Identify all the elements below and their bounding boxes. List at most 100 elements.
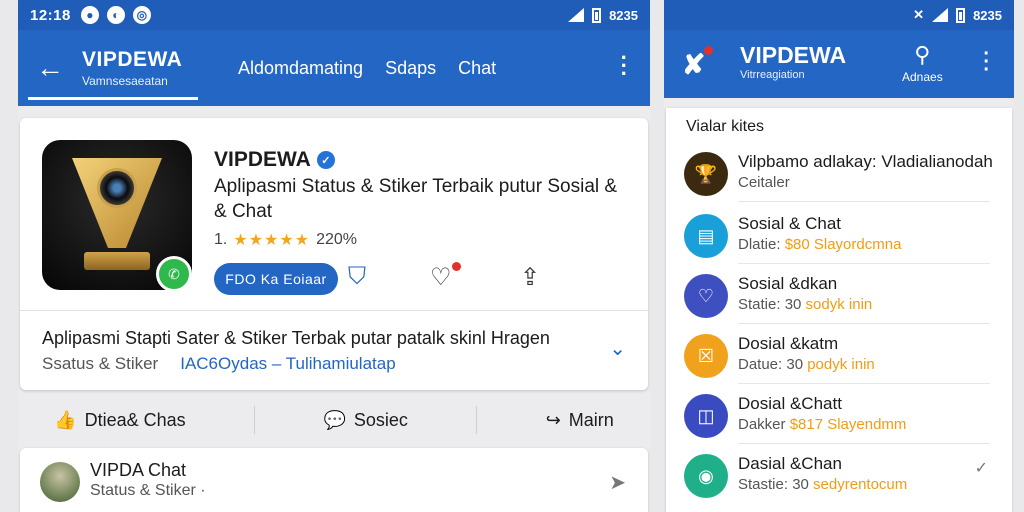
list-item-subtitle: Datue: 30 podyk inin: [738, 356, 875, 373]
shield-icon[interactable]: ⛉: [348, 263, 366, 291]
app-name-text: VIPDEWA: [214, 148, 311, 171]
list-item[interactable]: ♡ Sosial &dkan Statie: 30 sodyk inin: [666, 264, 1012, 324]
install-button[interactable]: FDO Ka Eoiaar: [214, 263, 338, 295]
rating-value: 1.: [214, 231, 228, 248]
more-vert-icon[interactable]: · · ·: [983, 44, 990, 80]
action-bar: 👍 Dtiea& Chas 💬 Sosiec ↪ Mairn: [20, 398, 648, 442]
app-bar-title: VIPDEWA: [740, 42, 847, 68]
list-item-meta: Ceitaler: [738, 174, 790, 191]
list-item-meta: Statie: 30: [738, 296, 806, 313]
search-icon: ⚲: [914, 42, 931, 67]
chevron-down-icon[interactable]: ⌄: [609, 336, 626, 361]
search-button[interactable]: ⚲ Adnaes: [902, 42, 943, 84]
status-bar: ✕ 8235: [664, 0, 1014, 30]
check-icon: ✓: [974, 460, 988, 477]
post-author: VIPDA Chat: [90, 460, 187, 480]
app-name: VIPDEWA ✓: [214, 148, 335, 172]
list-item-title: Dosial &Chatt: [738, 394, 842, 413]
action-share[interactable]: ↪ Mairn: [546, 410, 614, 431]
back-arrow-icon[interactable]: ←: [18, 52, 82, 84]
action-like[interactable]: 👍 Dtiea& Chas: [54, 410, 185, 431]
app-logo-icon[interactable]: ✘: [682, 48, 705, 81]
list-item[interactable]: ◫ Dosial &Chatt Dakker $817 Slayendmm: [666, 384, 1012, 444]
battery-text: 8235: [973, 7, 1002, 23]
ad-headline: Aplipasmi Stapti Sater & Stiker Terbak p…: [42, 328, 550, 348]
whatsapp-badge-icon: ✆: [156, 256, 192, 292]
action-label: Dtiea& Chas: [84, 409, 186, 430]
list-item-title: Dosial &katm: [738, 334, 839, 353]
chat-avatar-icon: ▤: [684, 214, 728, 258]
list-item[interactable]: ▤ Sosial & Chat Dlatie: $80 Slayordcmna: [666, 204, 1012, 264]
list-item-subtitle: Dakker $817 Slayendmm: [738, 416, 906, 433]
list-item[interactable]: ☒ Dosial &katm Datue: 30 podyk inin: [666, 324, 1012, 384]
list-item[interactable]: ◉ Dasial &Chan Stastie: 30 sedyrentocum ✓: [666, 444, 1012, 504]
list-item-highlight: sedyrentocum: [813, 476, 908, 493]
list-item-title: Vilpbamo adlakay: Vladialianodah: [738, 152, 993, 171]
list-item-title: Sosial & Chat: [738, 214, 841, 233]
chat-avatar-icon: ◫: [684, 394, 728, 438]
list-header: Vialar kites: [686, 118, 764, 135]
active-tab-indicator: [28, 97, 198, 100]
right-screen: ✕ 8235 ✘ VIPDEWA Vitrreagiation ⚲ Adnaes…: [664, 0, 1014, 512]
list-item[interactable]: 🏆 Vilpbamo adlakay: Vladialianodah Ceitale…: [666, 142, 1012, 202]
left-screen: 12:18 ● ◐ ◎ 8235 ← VIPDEWA Vamnsesaeatan…: [18, 0, 650, 512]
list-item-subtitle: Statie: 30 sodyk inin: [738, 296, 872, 313]
verified-icon: ✓: [316, 151, 335, 169]
trophy-base-shape: [84, 252, 150, 270]
divider: [476, 406, 478, 434]
list-item-meta: Dakker: [738, 416, 790, 433]
list-item-highlight: podyk inin: [807, 356, 875, 373]
list-item-title: Dasial &Chan: [738, 454, 842, 473]
notification-dot: [704, 46, 713, 55]
battery-icon: [592, 7, 602, 23]
signal-icon: [568, 8, 585, 22]
app-bar-subtitle: Vitrreagiation: [740, 69, 805, 81]
list-item-subtitle: Stastie: 30 sedyrentocum: [738, 476, 907, 493]
list-item-highlight: sodyk inin: [805, 296, 873, 313]
notification-icon: ◐: [106, 6, 125, 24]
app-brand: VIPDEWA Vitrreagiation: [740, 42, 846, 81]
more-vert-icon[interactable]: · · ·: [621, 47, 628, 85]
ad-link[interactable]: IAC6Oydas – Tulihamiulatap: [180, 354, 395, 374]
signal-icon: [932, 8, 949, 22]
list-item-highlight: $817 Slayendmm: [789, 416, 907, 433]
app-bar-title: VIPDEWA: [82, 48, 183, 71]
tab-item[interactable]: Sdaps: [385, 58, 436, 79]
notification-dot: [452, 262, 461, 271]
action-label: Sosiec: [353, 409, 408, 430]
chat-avatar-icon: ♡: [684, 274, 728, 318]
chat-avatar-icon: ◉: [684, 454, 728, 498]
action-label: Mairn: [568, 409, 614, 430]
post-card[interactable]: VIPDA Chat Status & Stiker · ➤: [20, 448, 648, 512]
camera-lens-shape: [97, 168, 137, 208]
tab-bar: Aldomdamating Sdaps Chat: [238, 58, 496, 79]
post-subtitle: Status & Stiker ·: [90, 482, 206, 499]
chat-avatar-icon: ☒: [684, 334, 728, 378]
send-icon[interactable]: ➤: [609, 470, 626, 495]
list-item-meta: Dlatie:: [738, 236, 785, 253]
app-bar: ✘ VIPDEWA Vitrreagiation ⚲ Adnaes · · ·: [664, 30, 1014, 98]
action-comment[interactable]: 💬 Sosiec: [323, 410, 407, 431]
tab-item[interactable]: Aldomdamating: [238, 58, 363, 79]
app-description: Aplipasmi Status & Stiker Terbaik putur …: [214, 176, 618, 222]
list-item-meta: Datue: 30: [738, 356, 808, 373]
tab-item[interactable]: Chat: [458, 58, 496, 79]
divider: [254, 406, 256, 434]
divider: [20, 310, 648, 311]
star-rating-icon: ★★★★★: [233, 232, 311, 249]
notification-icon: ●: [80, 6, 99, 24]
divider: [738, 201, 990, 202]
share-icon[interactable]: ⇪: [520, 263, 540, 292]
list-item-subtitle: Dlatie: $80 Slayordcmna: [738, 236, 901, 253]
status-time: 12:18: [30, 6, 71, 24]
heart-icon[interactable]: ♡: [430, 263, 452, 292]
share-arrow-icon: ↪: [545, 409, 561, 430]
ad-subline: Ssatus & Stiker IAC6Oydas – Tulihamiulat…: [42, 354, 396, 374]
app-bar: ← VIPDEWA Vamnsesaeatan Aldomdamating Sd…: [18, 30, 650, 106]
battery-text: 8235: [609, 7, 638, 23]
ad-sub-text: Ssatus & Stiker: [42, 354, 159, 373]
list-item-highlight: $80 Slayordcmna: [784, 236, 902, 253]
list-item-subtitle: Ceitaler: [738, 174, 790, 191]
chat-avatar-icon: 🏆: [684, 152, 728, 196]
notification-icon: ◎: [132, 6, 151, 24]
